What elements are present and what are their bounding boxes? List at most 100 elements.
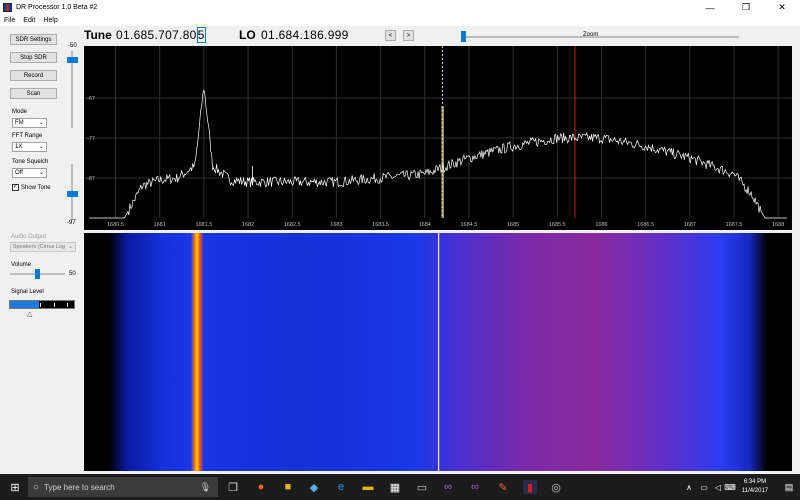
title-bar: DR Processor 1.0 Beta #2 — ❐ ✕ — [0, 0, 800, 15]
zoom-label: Zoom — [583, 32, 599, 38]
record-button[interactable]: Record — [10, 70, 57, 81]
app-icon — [3, 3, 12, 12]
clock-time: 6:34 PM — [743, 479, 767, 485]
signal-level-label: Signal Level — [11, 289, 44, 295]
zoom-slider-track[interactable] — [464, 36, 739, 38]
taskbar-search[interactable]: ○ Type here to search 🎙 — [28, 477, 218, 497]
visual-studio-2-icon[interactable]: ∞ — [468, 480, 482, 494]
tone-squelch-value: Off — [15, 170, 23, 176]
dr-processor-icon[interactable]: ▮ — [523, 480, 537, 494]
fft-range-select[interactable]: 1X ⌄ — [12, 142, 47, 152]
x-tick-label: 1684.5 — [461, 222, 478, 228]
taskbar: ⊞ ○ Type here to search 🎙 ❐ ● ■ ◆ e ▬ ▦ … — [0, 474, 800, 500]
volume-slider-thumb[interactable] — [35, 269, 40, 279]
menu-edit[interactable]: Edit — [19, 17, 39, 24]
menu-bar: File Edit Help — [0, 15, 800, 26]
tune-digit-cursor[interactable]: 5 — [196, 27, 206, 43]
edge-icon[interactable]: e — [334, 480, 348, 494]
microphone-icon[interactable]: 🎙 — [200, 482, 211, 493]
chevron-down-icon: ⌄ — [38, 144, 44, 150]
minimize-button[interactable]: — — [696, 0, 724, 15]
visual-studio-icon[interactable]: ∞ — [441, 480, 455, 494]
store-icon[interactable]: ▦ — [388, 480, 402, 494]
mode-label: Mode — [12, 109, 28, 115]
chevron-down-icon: ⌄ — [38, 170, 44, 176]
tune-frequency[interactable]: 01.685.707.805 — [116, 27, 206, 43]
app-icon-1[interactable]: ◆ — [307, 480, 321, 494]
waterfall-lo-line — [438, 233, 440, 471]
lo-label: LO — [239, 28, 256, 42]
task-view-icon[interactable]: ❐ — [226, 480, 240, 494]
show-tone-checkbox[interactable]: ✓ — [12, 184, 19, 191]
y-tick-label: -67 — [87, 96, 95, 102]
x-tick-label: 1683 — [330, 222, 342, 228]
x-tick-label: 1683.5 — [372, 222, 389, 228]
x-tick-label: 1686 — [595, 222, 607, 228]
audio-output-select[interactable]: Speakers (Cirrus Log ⌄ — [10, 242, 76, 252]
meter-tick — [67, 303, 68, 307]
step-up-button[interactable]: > — [403, 30, 414, 41]
lo-marker-band — [441, 106, 444, 218]
tone-squelch-select[interactable]: Off ⌄ — [12, 168, 47, 178]
network-icon[interactable]: ▭ — [697, 480, 711, 494]
notification-icon[interactable]: ▤ — [782, 480, 796, 494]
scan-button[interactable]: Scan — [10, 88, 57, 99]
fft-range-label: FFT Range — [12, 133, 43, 139]
mode-select[interactable]: FM ⌄ — [12, 118, 47, 128]
waterfall-signal-band — [191, 233, 204, 471]
sdr-settings-button[interactable]: SDR Settings — [10, 34, 57, 45]
paint-icon[interactable]: ✎ — [496, 480, 510, 494]
spectrum-trace — [89, 89, 787, 219]
search-placeholder: Type here to search — [44, 482, 115, 492]
file-explorer-icon[interactable]: ■ — [281, 480, 295, 494]
x-tick-label: 1680.5 — [107, 222, 124, 228]
clock[interactable]: 6:34 PM 11/4/2017 — [735, 478, 775, 496]
search-icon: ○ — [33, 481, 40, 493]
step-down-button[interactable]: < — [385, 30, 396, 41]
menu-help[interactable]: Help — [39, 17, 61, 24]
x-tick-label: 1687.5 — [726, 222, 743, 228]
gain-max-label: -50 — [68, 43, 77, 49]
y-tick-label: -87 — [87, 176, 95, 182]
x-tick-label: 1682 — [242, 222, 254, 228]
menu-file[interactable]: File — [0, 17, 19, 24]
signal-level-meter — [9, 300, 75, 309]
control-panel: SDR Settings Stop SDR Record Scan -50 -9… — [0, 26, 84, 474]
x-tick-label: 1685 — [507, 222, 519, 228]
app-icon-2[interactable]: ◎ — [549, 480, 563, 494]
signal-level-fill — [10, 301, 39, 308]
upper-gain-slider-thumb[interactable] — [67, 57, 78, 63]
fft-range-value: 1X — [15, 144, 23, 150]
x-tick-label: 1688 — [772, 222, 784, 228]
x-tick-label: 1681.5 — [195, 222, 212, 228]
volume-value: 50 — [69, 271, 76, 277]
clock-date: 11/4/2017 — [741, 488, 769, 494]
terminal-icon[interactable]: ▭ — [415, 480, 429, 494]
windows-start-icon[interactable]: ⊞ — [8, 480, 22, 494]
lo-frequency[interactable]: 01.684.186.999 — [261, 28, 349, 42]
maximize-button[interactable]: ❐ — [732, 0, 760, 15]
firefox-icon[interactable]: ● — [254, 480, 268, 494]
waterfall-display[interactable] — [84, 233, 792, 471]
chevron-down-icon: ⌄ — [67, 244, 73, 250]
audio-output-value: Speakers (Cirrus Log — [13, 244, 65, 250]
stop-sdr-button[interactable]: Stop SDR — [10, 52, 57, 63]
tone-squelch-label: Tone Squelch — [12, 159, 49, 165]
audio-output-label: Audio Output — [11, 234, 47, 240]
zoom-slider-thumb[interactable] — [461, 31, 466, 42]
x-tick-label: 1685.5 — [549, 222, 566, 228]
signal-marker-icon: △ — [27, 311, 33, 318]
lower-gain-slider-thumb[interactable] — [67, 191, 78, 197]
folder-icon[interactable]: ▬ — [361, 480, 375, 494]
spectrum-plot[interactable]: 1680.5 1681 1681.5 1682 1682.5 1683 1683.5 1684… — [84, 46, 792, 230]
mode-value: FM — [15, 120, 24, 126]
close-button[interactable]: ✕ — [768, 0, 796, 15]
tune-frequency-digits: 01.685.707.80 — [116, 28, 197, 42]
y-tick-label: -77 — [87, 136, 95, 142]
chevron-up-icon[interactable]: ∧ — [682, 480, 696, 494]
meter-tick — [40, 303, 41, 307]
x-tick-label: 1682.5 — [284, 222, 301, 228]
window-title: DR Processor 1.0 Beta #2 — [16, 4, 98, 11]
spectrum-svg: 1680.5 1681 1681.5 1682 1682.5 1683 1683.5 1684… — [84, 46, 792, 228]
chevron-down-icon: ⌄ — [38, 120, 44, 126]
